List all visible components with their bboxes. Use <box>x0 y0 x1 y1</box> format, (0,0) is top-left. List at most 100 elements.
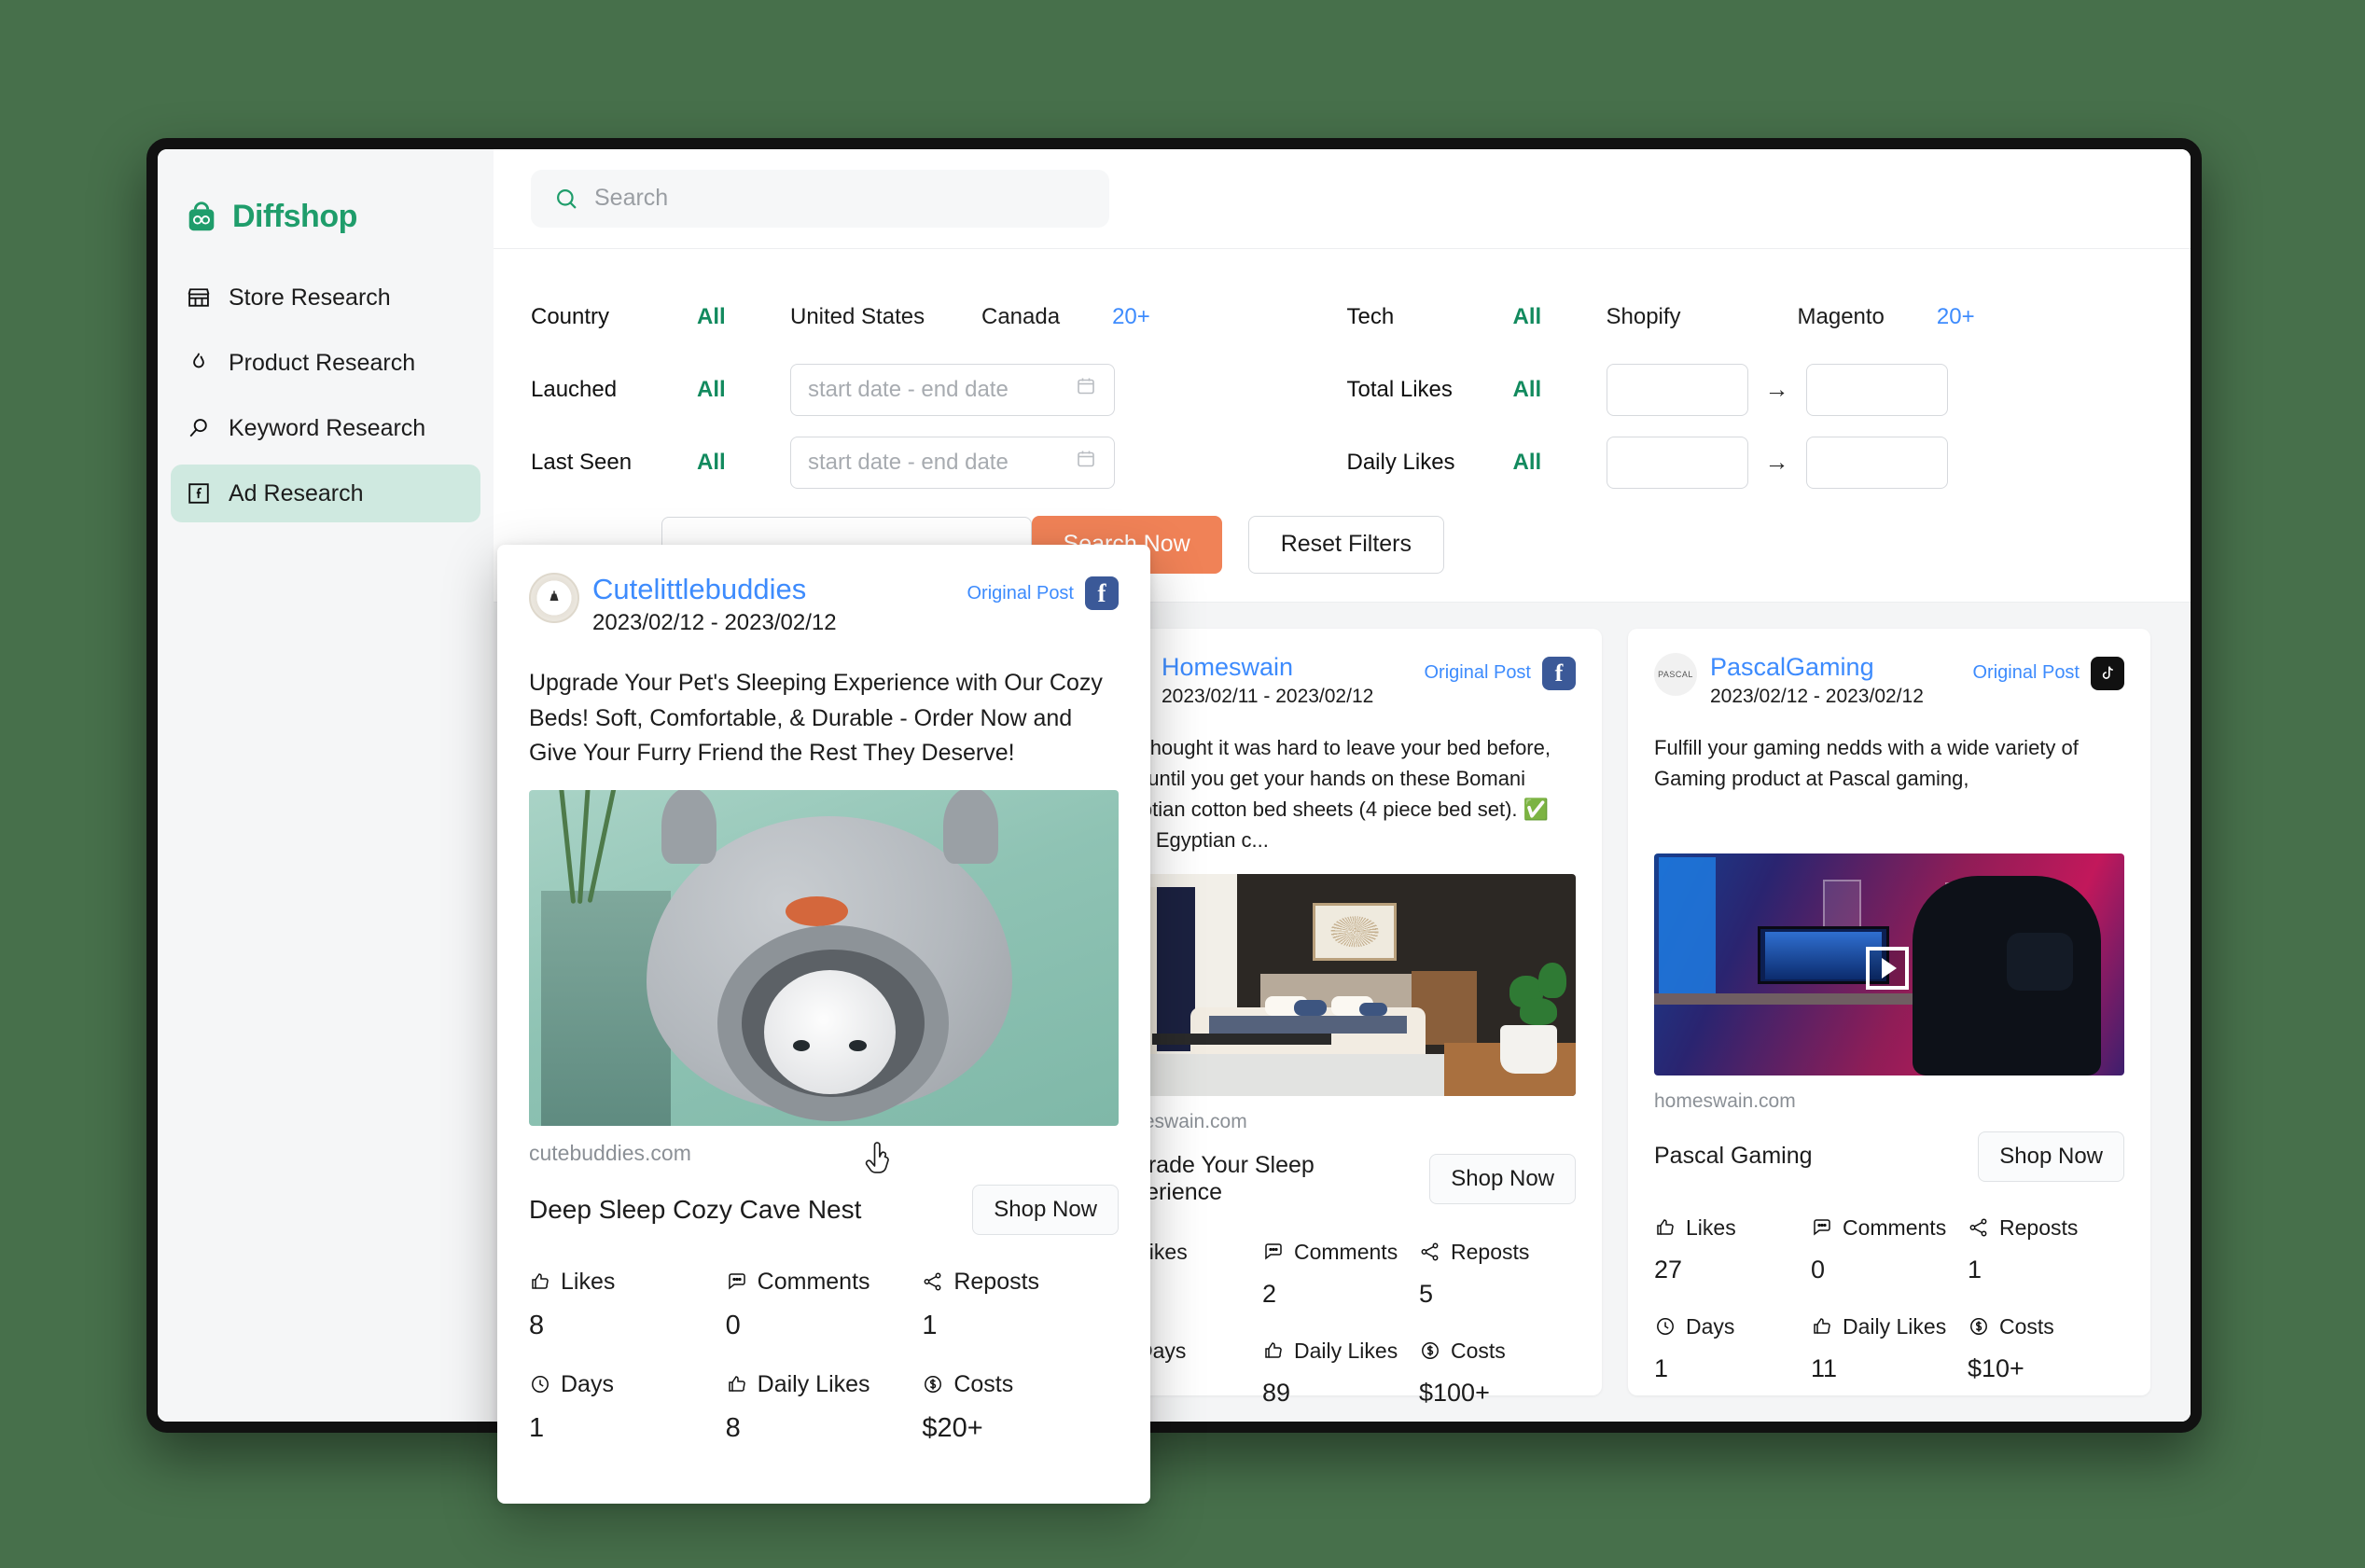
filter-option-united-states[interactable]: United States <box>790 304 981 330</box>
stat-value-days: 1 <box>1654 1353 1669 1382</box>
sidebar: Diffshop Store Research Product Research… <box>158 149 494 1422</box>
sidebar-item-ad-research[interactable]: Ad Research <box>171 465 480 522</box>
original-post-link[interactable]: Original Post <box>1972 653 2124 690</box>
filter-all-option[interactable]: All <box>697 450 790 476</box>
original-post-link[interactable]: Original Post f <box>967 573 1119 610</box>
lauched-date-range-input[interactable]: start date - end date <box>790 363 1115 416</box>
app-window: Diffshop Store Research Product Research… <box>146 138 2202 1433</box>
original-post-link[interactable]: Original Post f <box>1425 653 1576 690</box>
stat-value-reposts: 1 <box>922 1310 938 1340</box>
ad-title-row: Upgrade Your Sleep Experience Shop Now <box>1106 1152 1576 1206</box>
filter-label: Total Likes <box>1346 376 1453 402</box>
date-range: 2023/02/11 - 2023/02/12 <box>1162 685 1374 707</box>
filter-more-tech[interactable]: 20+ <box>1937 304 1975 330</box>
total-likes-max-input[interactable] <box>1805 363 1948 416</box>
facebook-square-icon <box>186 480 212 506</box>
filter-label: Last Seen <box>531 449 633 475</box>
brand-link[interactable]: Homeswain <box>1162 653 1412 682</box>
ad-media-gaming[interactable] <box>1654 853 2124 1075</box>
storefront-icon <box>186 284 212 311</box>
stat-value-comments: 0 <box>1811 1255 1826 1284</box>
sidebar-item-product-research[interactable]: Product Research <box>171 334 480 392</box>
shop-now-button[interactable]: Shop Now <box>1978 1131 2124 1182</box>
filter-row-country: Country All United States Canada 20+ <box>531 281 1338 354</box>
daily-likes-min-input[interactable] <box>1606 436 1748 489</box>
filter-label: Tech <box>1346 303 1395 329</box>
card-header: PASCAL PascalGaming 2023/02/12 - 2023/02… <box>1654 652 2124 708</box>
filter-option-canada[interactable]: Canada <box>981 304 1060 330</box>
reset-filters-button[interactable]: Reset Filters <box>1247 515 1444 574</box>
brand-name: Diffshop <box>232 198 357 234</box>
filter-row-tech: Tech All Shopify Magento 20+ <box>1347 281 2154 354</box>
filter-row-lauched: Lauched All start date - end date <box>531 354 1338 426</box>
facebook-icon[interactable]: f <box>1085 576 1119 610</box>
search-input[interactable]: Search <box>531 169 1109 228</box>
play-button-overlay-icon[interactable] <box>1865 946 1909 990</box>
shopping-bag-infinity-icon <box>184 199 219 234</box>
calendar-icon <box>1075 448 1097 477</box>
filter-label: Daily Likes <box>1346 449 1455 475</box>
card-header: Cutelittlebuddies 2023/02/12 - 2023/02/1… <box>529 573 1119 636</box>
card-header: Homeswain 2023/02/11 - 2023/02/12 Origin… <box>1106 652 1576 708</box>
original-post-label: Original Post <box>1972 662 2080 684</box>
filter-all-option[interactable]: All <box>697 377 790 403</box>
avatar <box>529 573 579 623</box>
stat-value-daily-likes: 8 <box>725 1412 741 1443</box>
filter-more-countries[interactable]: 20+ <box>1112 304 1150 330</box>
brand-link[interactable]: Cutelittlebuddies <box>592 573 954 606</box>
total-likes-min-input[interactable] <box>1606 363 1748 416</box>
stat-value-reposts: 1 <box>1968 1255 1982 1284</box>
ad-stats: Likes Comments Reposts 27 0 1 Days Daily… <box>1654 1215 2124 1408</box>
tiktok-icon[interactable] <box>2091 656 2124 690</box>
last-seen-date-range-input[interactable]: start date - end date <box>790 436 1115 489</box>
stat-value-comments: 0 <box>725 1310 741 1340</box>
stat-label-comments: Comments <box>726 1269 923 1296</box>
ad-card-popup-cutelittlebuddies[interactable]: Cutelittlebuddies 2023/02/12 - 2023/02/1… <box>497 545 1150 1504</box>
ad-title-row: Deep Sleep Cozy Cave Nest Shop Now <box>529 1184 1119 1235</box>
stat-label-comments: Comments <box>1811 1215 1968 1241</box>
filter-option-shopify[interactable]: Shopify <box>1607 304 1798 330</box>
ad-media-bedroom[interactable] <box>1106 873 1576 1096</box>
ad-copy: Upgrade Your Pet's Sleeping Experience w… <box>529 670 1103 766</box>
ad-domain: homeswain.com <box>1654 1089 1796 1112</box>
stat-label-costs: Costs <box>922 1371 1119 1398</box>
ad-card-homeswain[interactable]: Homeswain 2023/02/11 - 2023/02/12 Origin… <box>1079 628 1602 1407</box>
search-placeholder: Search <box>594 185 669 212</box>
sidebar-item-keyword-research[interactable]: Keyword Research <box>171 399 480 457</box>
facebook-icon[interactable]: f <box>1542 656 1576 690</box>
brand-link[interactable]: PascalGaming <box>1710 653 1960 682</box>
flame-icon <box>186 350 212 376</box>
calendar-icon <box>1075 375 1097 404</box>
filter-all-option[interactable]: All <box>697 304 790 330</box>
ad-card-pascalgaming[interactable]: PASCAL PascalGaming 2023/02/12 - 2023/02… <box>1628 628 2150 1395</box>
sidebar-item-label: Product Research <box>229 349 416 376</box>
filter-all-option[interactable]: All <box>1513 377 1607 403</box>
filter-row-total-likes: Total Likes All → <box>1347 354 2154 426</box>
filter-all-option[interactable]: All <box>1513 304 1607 330</box>
stat-value-costs: $10+ <box>1968 1353 2024 1382</box>
stat-value-costs: $20+ <box>922 1412 983 1443</box>
filter-all-option[interactable]: All <box>1513 450 1607 476</box>
stat-value-costs: $100+ <box>1419 1378 1490 1407</box>
avatar: PASCAL <box>1654 652 1697 696</box>
stat-value-likes: 8 <box>529 1310 545 1340</box>
range-arrow-icon: → <box>1764 375 1789 404</box>
shop-now-button[interactable]: Shop Now <box>1429 1153 1576 1204</box>
filter-panel: Country All United States Canada 20+ Lau… <box>494 247 2191 499</box>
stat-value-comments: 2 <box>1262 1279 1277 1308</box>
daily-likes-max-input[interactable] <box>1805 436 1948 489</box>
ad-media-cat-bed[interactable] <box>529 789 1119 1126</box>
filter-option-magento[interactable]: Magento <box>1798 304 1885 330</box>
shop-now-button[interactable]: Shop Now <box>972 1184 1119 1235</box>
search-icon <box>553 186 579 212</box>
ad-domain: cutebuddies.com <box>529 1140 691 1165</box>
brand-logo-block[interactable]: Diffshop <box>158 177 494 243</box>
ad-domain: homeswain.com <box>1106 1110 1247 1132</box>
sidebar-nav: Store Research Product Research Keyword … <box>158 269 494 522</box>
sidebar-item-store-research[interactable]: Store Research <box>171 269 480 326</box>
original-post-label: Original Post <box>967 582 1075 604</box>
ad-stats: Likes Comments Reposts 43 2 5 <box>1106 1240 1576 1422</box>
stat-label-daily-likes: Daily Likes <box>1811 1314 1968 1339</box>
stat-label-days: Days <box>529 1371 726 1398</box>
filter-label: Lauched <box>531 376 618 402</box>
